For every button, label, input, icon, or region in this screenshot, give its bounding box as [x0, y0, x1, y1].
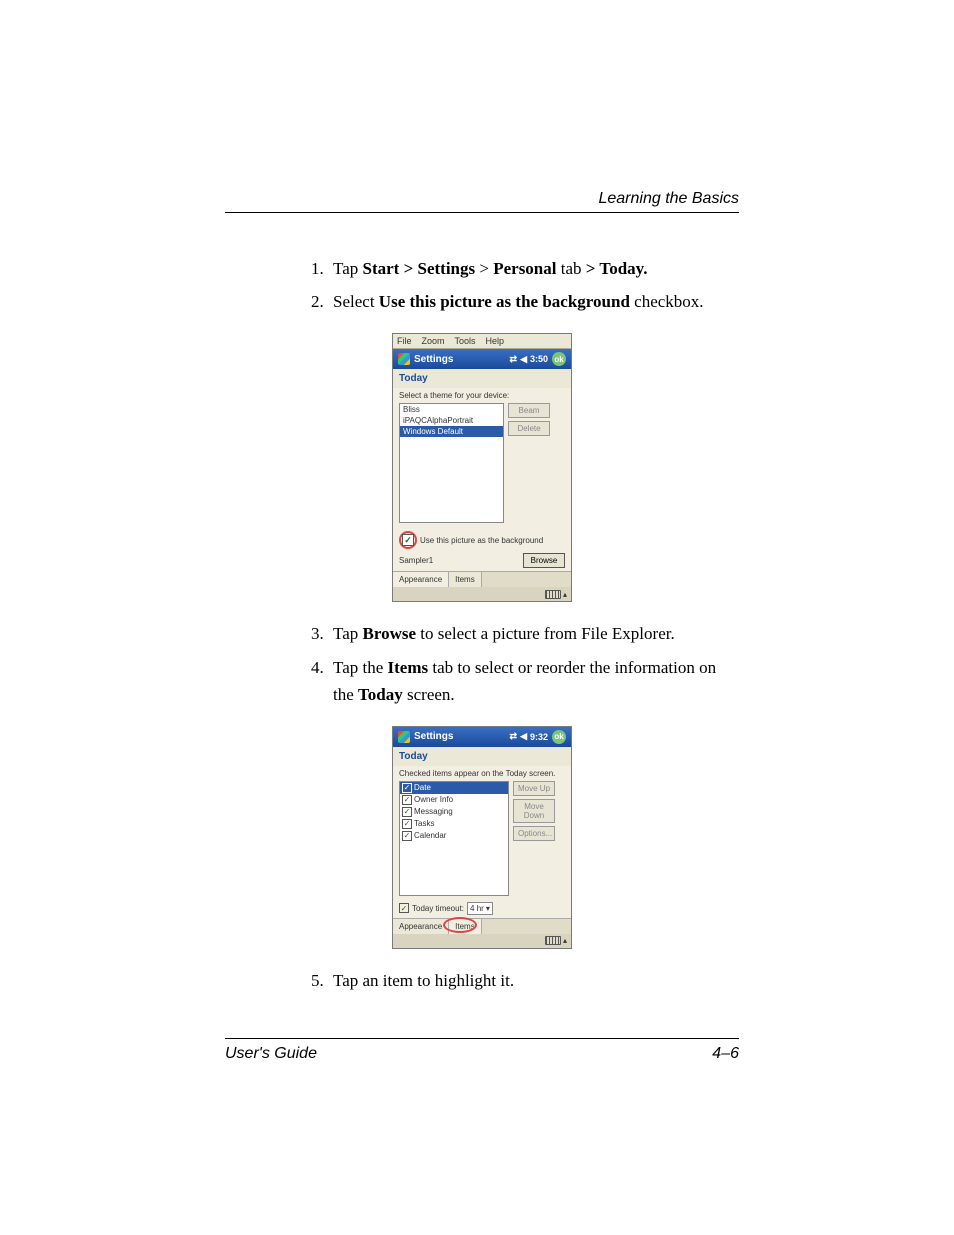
input-panel-bar: ▴ — [393, 934, 571, 948]
connectivity-icon: ⇄ — [510, 731, 518, 742]
section-title: Learning the Basics — [225, 190, 739, 208]
tab-appearance[interactable]: Appearance — [393, 919, 449, 934]
move-down-button[interactable]: Move Down — [513, 799, 555, 823]
footer-right: 4–6 — [712, 1045, 739, 1063]
step-3: 3. Tap Browse to select a picture from F… — [311, 620, 739, 647]
keyboard-icon[interactable] — [545, 936, 561, 945]
use-picture-label: Use this picture as the background — [420, 536, 543, 545]
item-checkbox[interactable]: ✓ — [402, 795, 412, 805]
delete-button[interactable]: Delete — [508, 421, 550, 436]
page-subhead: Today — [393, 747, 571, 766]
step-number: 1. — [311, 255, 324, 282]
tab-items[interactable]: Items — [449, 572, 482, 587]
item-checkbox[interactable]: ✓ — [402, 819, 412, 829]
tab-bar: Appearance Items — [393, 918, 571, 934]
beam-button[interactable]: Beam — [508, 403, 550, 418]
sample-filename: Sampler1 — [399, 556, 433, 565]
step-4: 4. Tap the Items tab to select or reorde… — [311, 654, 739, 708]
timeout-checkbox[interactable]: ✓ — [399, 903, 409, 913]
step-text: Tap the Items tab to select or reorder t… — [333, 658, 716, 704]
list-item[interactable]: ✓Messaging — [400, 806, 508, 818]
timeout-select[interactable]: 4 hr ▾ — [467, 902, 493, 915]
sip-arrow-icon[interactable]: ▴ — [563, 936, 567, 945]
connectivity-icon: ⇄ — [510, 354, 518, 365]
input-panel-bar: ▴ — [393, 587, 571, 601]
items-listbox[interactable]: ✓Date ✓Owner Info ✓Messaging ✓Tasks ✓Cal… — [399, 781, 509, 896]
item-checkbox[interactable]: ✓ — [402, 807, 412, 817]
list-item[interactable]: ✓Tasks — [400, 818, 508, 830]
tab-items[interactable]: Items — [449, 919, 482, 934]
move-up-button[interactable]: Move Up — [513, 781, 555, 796]
instruction-list: 3. Tap Browse to select a picture from F… — [225, 620, 739, 708]
use-picture-checkbox[interactable]: ✓ — [402, 534, 414, 546]
step-5: 5. Tap an item to highlight it. — [311, 967, 739, 994]
step-text: Tap an item to highlight it. — [333, 971, 514, 990]
browse-button[interactable]: Browse — [523, 553, 565, 568]
options-button[interactable]: Options... — [513, 826, 555, 841]
step-number: 5. — [311, 967, 324, 994]
title-text: Settings — [414, 354, 453, 365]
step-text: Tap Start > Settings > Personal tab > To… — [333, 259, 647, 278]
step-text: Tap Browse to select a picture from File… — [333, 624, 675, 643]
titlebar: Settings ⇄ ◀ 3:50 ok — [393, 349, 571, 369]
tab-bar: Appearance Items — [393, 571, 571, 587]
timeout-label: Today timeout: — [412, 904, 464, 913]
menubar: File Zoom Tools Help — [393, 334, 571, 349]
chevron-down-icon: ▾ — [486, 904, 490, 913]
clock-text: 3:50 — [530, 354, 548, 364]
list-item[interactable]: ✓Owner Info — [400, 794, 508, 806]
instruction-text: Select a theme for your device: — [399, 391, 565, 400]
screenshot-appearance-tab: File Zoom Tools Help Settings ⇄ ◀ 3:50 o… — [392, 333, 572, 602]
sip-arrow-icon[interactable]: ▴ — [563, 590, 567, 599]
step-number: 3. — [311, 620, 324, 647]
step-text: Select Use this picture as the backgroun… — [333, 292, 704, 311]
menu-help[interactable]: Help — [486, 336, 505, 346]
start-flag-icon[interactable] — [398, 353, 410, 365]
list-item-selected[interactable]: ✓Date — [400, 782, 508, 794]
start-flag-icon[interactable] — [398, 731, 410, 743]
item-checkbox[interactable]: ✓ — [402, 831, 412, 841]
page-header: Learning the Basics — [225, 190, 739, 213]
step-2: 2. Select Use this picture as the backgr… — [311, 288, 739, 315]
list-item[interactable]: ✓Calendar — [400, 830, 508, 842]
ok-button[interactable]: ok — [552, 352, 566, 366]
title-text: Settings — [414, 731, 453, 742]
volume-icon: ◀ — [520, 731, 527, 742]
volume-icon: ◀ — [520, 354, 527, 365]
theme-listbox[interactable]: Bliss iPAQCAlphaPortrait Windows Default — [399, 403, 504, 523]
step-number: 2. — [311, 288, 324, 315]
item-checkbox[interactable]: ✓ — [402, 783, 412, 793]
step-1: 1. Tap Start > Settings > Personal tab >… — [311, 255, 739, 282]
status-icons: ⇄ ◀ 3:50 — [510, 354, 548, 365]
theme-item[interactable]: Bliss — [400, 404, 503, 415]
menu-file[interactable]: File — [397, 336, 412, 346]
highlight-circle: ✓ — [399, 531, 417, 549]
tab-appearance[interactable]: Appearance — [393, 572, 449, 587]
clock-text: 9:32 — [530, 732, 548, 742]
theme-item[interactable]: iPAQCAlphaPortrait — [400, 415, 503, 426]
instruction-list: 5. Tap an item to highlight it. — [225, 967, 739, 994]
step-number: 4. — [311, 654, 324, 681]
instruction-text: Checked items appear on the Today screen… — [399, 769, 565, 778]
menu-tools[interactable]: Tools — [455, 336, 476, 346]
ok-button[interactable]: ok — [552, 730, 566, 744]
screenshot-items-tab: Settings ⇄ ◀ 9:32 ok Today Checked items… — [392, 726, 572, 949]
instruction-list: 1. Tap Start > Settings > Personal tab >… — [225, 255, 739, 315]
page-footer: User's Guide 4–6 — [225, 1038, 739, 1063]
theme-item-selected[interactable]: Windows Default — [400, 426, 503, 437]
keyboard-icon[interactable] — [545, 590, 561, 599]
titlebar: Settings ⇄ ◀ 9:32 ok — [393, 727, 571, 747]
footer-left: User's Guide — [225, 1045, 317, 1063]
menu-zoom[interactable]: Zoom — [422, 336, 445, 346]
page-subhead: Today — [393, 369, 571, 388]
status-icons: ⇄ ◀ 9:32 — [510, 731, 548, 742]
